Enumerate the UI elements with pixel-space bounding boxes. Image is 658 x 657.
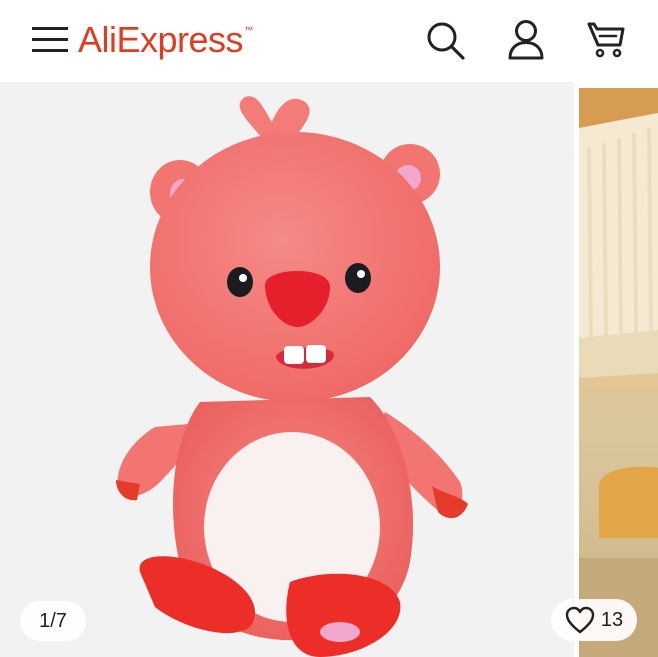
lamp-scene-image (579, 88, 658, 657)
cart-button[interactable] (582, 16, 630, 64)
search-button[interactable] (421, 16, 469, 64)
wishlist-button[interactable]: 13 (551, 599, 637, 641)
cart-icon (587, 22, 625, 58)
menu-button[interactable] (26, 16, 74, 64)
plush-beaver-image (116, 96, 468, 657)
account-button[interactable] (502, 16, 550, 64)
trademark-mark: ™ (244, 25, 253, 35)
image-counter-text: 1/7 (39, 609, 67, 632)
user-icon (508, 20, 544, 60)
top-header: AliExpress ™ (0, 0, 658, 82)
search-icon (427, 22, 465, 60)
menu-icon (32, 27, 68, 52)
product-image-next-preview[interactable] (579, 88, 658, 657)
product-image-main[interactable]: 1/7 (0, 82, 574, 657)
heart-icon (565, 606, 595, 634)
logo-text: AliExpress (78, 19, 244, 60)
wishlist-count: 13 (600, 608, 624, 631)
aliexpress-logo[interactable]: AliExpress ™ (78, 14, 253, 66)
product-image-gallery[interactable]: 1/7 13 (0, 82, 658, 657)
image-counter: 1/7 (20, 601, 86, 641)
